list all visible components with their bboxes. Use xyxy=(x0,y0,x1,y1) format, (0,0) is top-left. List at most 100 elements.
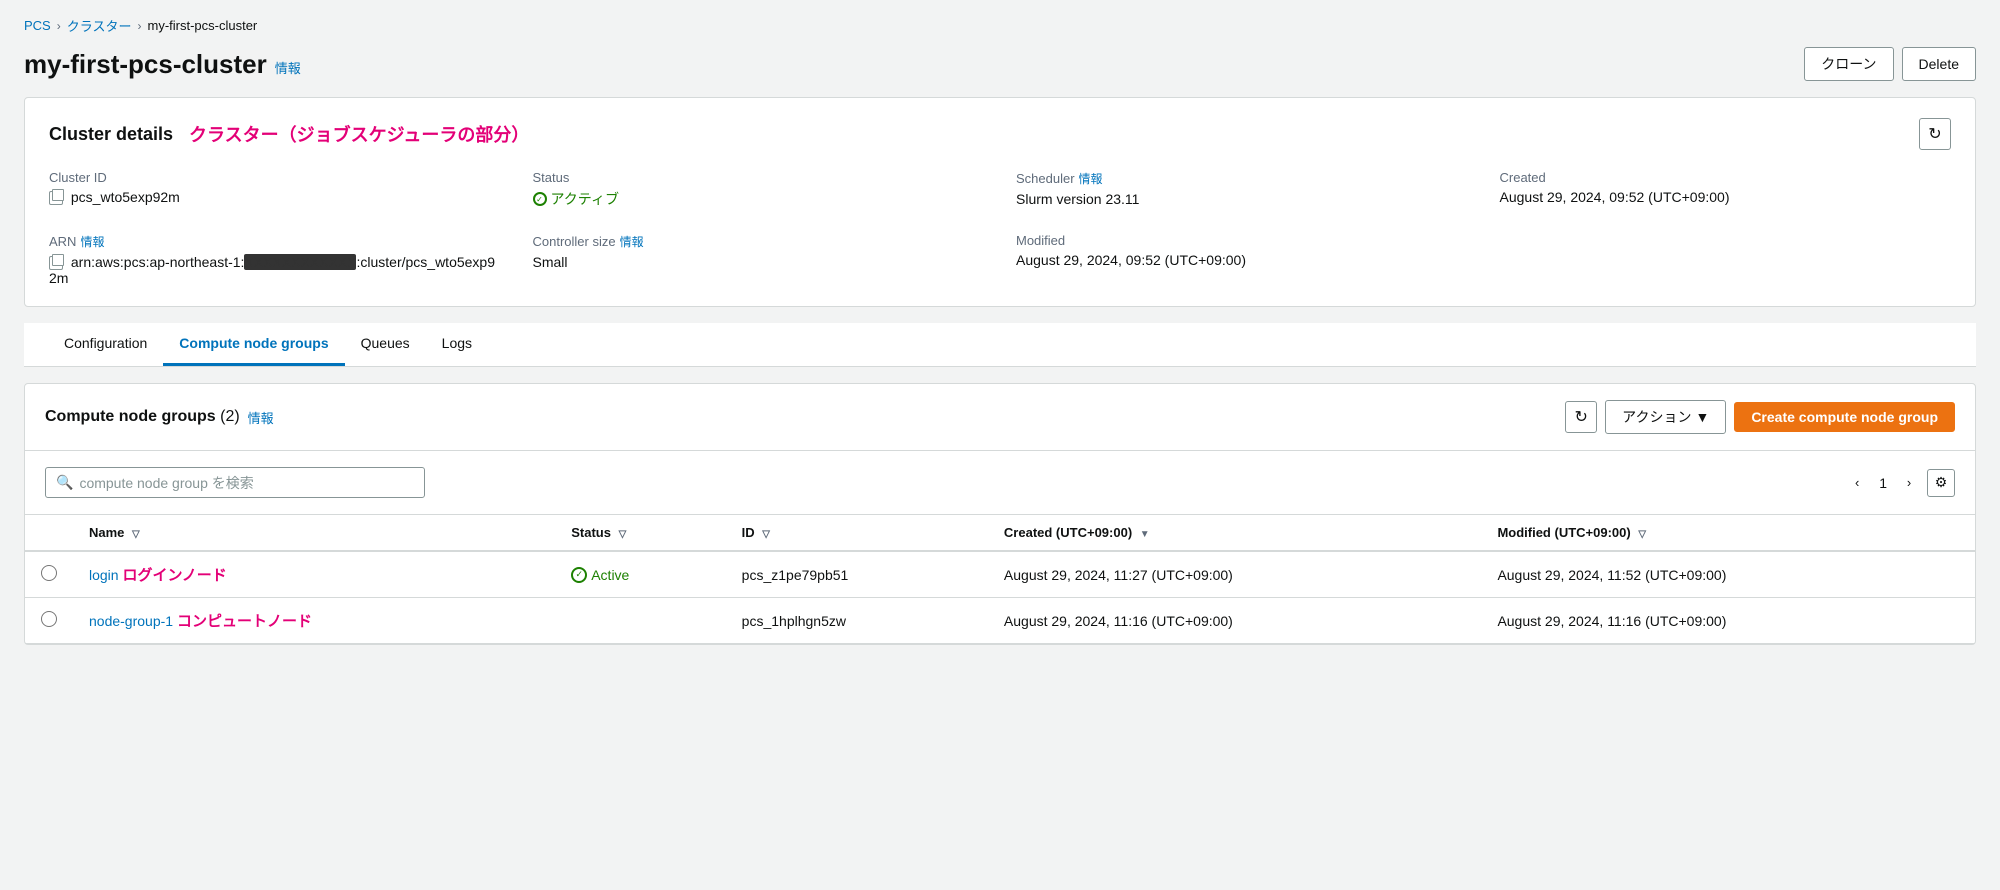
row2-created-cell: August 29, 2024, 11:16 (UTC+09:00) xyxy=(988,598,1482,644)
details-grid: Cluster ID pcs_wto5exp92m Status アクティブ S… xyxy=(49,170,1951,286)
breadcrumb: PCS › クラスター › my-first-pcs-cluster xyxy=(24,16,1976,35)
tab-compute-node-groups[interactable]: Compute node groups xyxy=(163,323,344,366)
clone-button[interactable]: クローン xyxy=(1804,47,1893,81)
page-number: 1 xyxy=(1875,475,1891,491)
id-sort-icon: ▽ xyxy=(762,529,770,540)
table-refresh-button[interactable]: ↻ xyxy=(1565,401,1597,433)
arn-label: ARN 情報 xyxy=(49,233,501,250)
cluster-id-item: Cluster ID pcs_wto5exp92m xyxy=(49,170,501,209)
actions-button[interactable]: アクション ▼ xyxy=(1605,400,1726,434)
cluster-id-label: Cluster ID xyxy=(49,170,501,185)
status-value: アクティブ xyxy=(533,189,985,209)
breadcrumb-cluster[interactable]: クラスター xyxy=(67,16,132,35)
cluster-details-card: Cluster details クラスター（ジョブスケジューラの部分） ↻ Cl… xyxy=(24,97,1976,307)
modified-value: August 29, 2024, 09:52 (UTC+09:00) xyxy=(1016,252,1468,268)
table-actions: ↻ アクション ▼ Create compute node group xyxy=(1565,400,1955,434)
table-row: login ログインノード Active pcs_z1pe79pb51 Augu… xyxy=(25,551,1975,598)
copy-arn-icon[interactable] xyxy=(49,256,63,270)
copy-cluster-id-icon[interactable] xyxy=(49,191,63,205)
row1-status-cell: Active xyxy=(555,551,725,598)
arn-item: ARN 情報 arn:aws:pcs:ap-northeast-1:XXXXXX… xyxy=(49,233,501,286)
modified-item: Modified August 29, 2024, 09:52 (UTC+09:… xyxy=(1016,233,1468,286)
row2-id-cell: pcs_1hplhgn5zw xyxy=(726,598,988,644)
search-input[interactable] xyxy=(79,475,414,491)
scheduler-label: Scheduler 情報 xyxy=(1016,170,1468,187)
row2-radio-cell xyxy=(25,598,73,644)
row2-status-cell xyxy=(555,598,725,644)
status-label: Status xyxy=(533,170,985,185)
status-sort-icon: ▽ xyxy=(619,529,627,540)
row1-status-text: Active xyxy=(591,567,629,583)
modified-sort-icon: ▽ xyxy=(1638,529,1646,540)
tab-queues[interactable]: Queues xyxy=(345,323,426,366)
arn-masked: XXXXXXXXXXXX xyxy=(244,254,356,270)
arn-info-link[interactable]: 情報 xyxy=(80,233,104,250)
table-header-row: Name ▽ Status ▽ ID ▽ Created (UTC+09:00)… xyxy=(25,515,1975,551)
status-item: Status アクティブ xyxy=(533,170,985,209)
col-name[interactable]: Name ▽ xyxy=(73,515,555,551)
col-modified[interactable]: Modified (UTC+09:00) ▽ xyxy=(1481,515,1975,551)
breadcrumb-sep-1: › xyxy=(57,19,61,33)
modified-label: Modified xyxy=(1016,233,1468,248)
row1-status-icon xyxy=(571,567,587,583)
row1-id-cell: pcs_z1pe79pb51 xyxy=(726,551,988,598)
search-bar: 🔍 ‹ 1 › ⚙ xyxy=(25,451,1975,515)
table-title: Compute node groups (2) xyxy=(45,408,240,426)
header-actions: クローン Delete xyxy=(1804,47,1976,81)
row1-radio[interactable] xyxy=(41,565,57,581)
count-badge: (2) xyxy=(220,408,240,425)
row1-name-annotation: ログインノード xyxy=(122,567,226,584)
row1-status: Active xyxy=(571,567,709,583)
created-sort-icon: ▼ xyxy=(1140,529,1150,540)
table-settings-icon[interactable]: ⚙ xyxy=(1927,469,1955,497)
col-id[interactable]: ID ▽ xyxy=(726,515,988,551)
table-info-link[interactable]: 情報 xyxy=(248,408,274,427)
row1-name-cell: login ログインノード xyxy=(73,551,555,598)
scheduler-item: Scheduler 情報 Slurm version 23.11 xyxy=(1016,170,1468,209)
breadcrumb-pcs[interactable]: PCS xyxy=(24,18,51,33)
page-header: my-first-pcs-cluster 情報 クローン Delete xyxy=(24,47,1976,81)
card-subtitle: クラスター（ジョブスケジューラの部分） xyxy=(189,121,529,147)
controller-size-info-link[interactable]: 情報 xyxy=(620,233,644,250)
row1-radio-cell xyxy=(25,551,73,598)
col-created[interactable]: Created (UTC+09:00) ▼ xyxy=(988,515,1482,551)
row1-name-link[interactable]: login xyxy=(89,567,119,583)
row2-radio[interactable] xyxy=(41,611,57,627)
page-title: my-first-pcs-cluster xyxy=(24,49,267,80)
created-item: Created August 29, 2024, 09:52 (UTC+09:0… xyxy=(1500,170,1952,209)
page-title-area: my-first-pcs-cluster 情報 xyxy=(24,49,301,80)
tab-configuration[interactable]: Configuration xyxy=(48,323,163,366)
created-label: Created xyxy=(1500,170,1952,185)
col-status[interactable]: Status ▽ xyxy=(555,515,725,551)
table-title-area: Compute node groups (2) 情報 xyxy=(45,408,274,427)
next-page-button[interactable]: › xyxy=(1895,469,1923,497)
card-title-row: Cluster details クラスター（ジョブスケジューラの部分） xyxy=(49,121,529,147)
compute-node-groups-table: Name ▽ Status ▽ ID ▽ Created (UTC+09:00)… xyxy=(25,515,1975,644)
create-compute-node-group-button[interactable]: Create compute node group xyxy=(1734,402,1955,432)
cluster-refresh-button[interactable]: ↻ xyxy=(1919,118,1951,150)
compute-node-groups-section: Compute node groups (2) 情報 ↻ アクション ▼ Cre… xyxy=(24,383,1976,645)
created-value: August 29, 2024, 09:52 (UTC+09:00) xyxy=(1500,189,1952,205)
table-row: node-group-1 コンピュートノード pcs_1hplhgn5zw Au… xyxy=(25,598,1975,644)
card-title: Cluster details xyxy=(49,124,173,145)
page-info-link[interactable]: 情報 xyxy=(275,58,301,77)
delete-button[interactable]: Delete xyxy=(1902,47,1976,81)
prev-page-button[interactable]: ‹ xyxy=(1843,469,1871,497)
arn-value: arn:aws:pcs:ap-northeast-1:XXXXXXXXXXXX:… xyxy=(49,254,501,286)
breadcrumb-current: my-first-pcs-cluster xyxy=(147,18,257,33)
tabs: Configuration Compute node groups Queues… xyxy=(48,323,1952,366)
name-sort-icon: ▽ xyxy=(132,529,140,540)
tab-logs[interactable]: Logs xyxy=(426,323,488,366)
pagination: ‹ 1 › ⚙ xyxy=(1843,469,1955,497)
row2-name-annotation: コンピュートノード xyxy=(177,613,312,630)
row2-name-link[interactable]: node-group-1 xyxy=(89,613,173,629)
scheduler-info-link[interactable]: 情報 xyxy=(1079,170,1103,187)
table-header: Compute node groups (2) 情報 ↻ アクション ▼ Cre… xyxy=(25,384,1975,451)
breadcrumb-sep-2: › xyxy=(137,19,141,33)
controller-size-label: Controller size 情報 xyxy=(533,233,985,250)
actions-chevron-icon: ▼ xyxy=(1695,409,1709,425)
row1-modified-cell: August 29, 2024, 11:52 (UTC+09:00) xyxy=(1481,551,1975,598)
row2-name-cell: node-group-1 コンピュートノード xyxy=(73,598,555,644)
row2-modified-cell: August 29, 2024, 11:16 (UTC+09:00) xyxy=(1481,598,1975,644)
search-input-wrapper[interactable]: 🔍 xyxy=(45,467,425,498)
